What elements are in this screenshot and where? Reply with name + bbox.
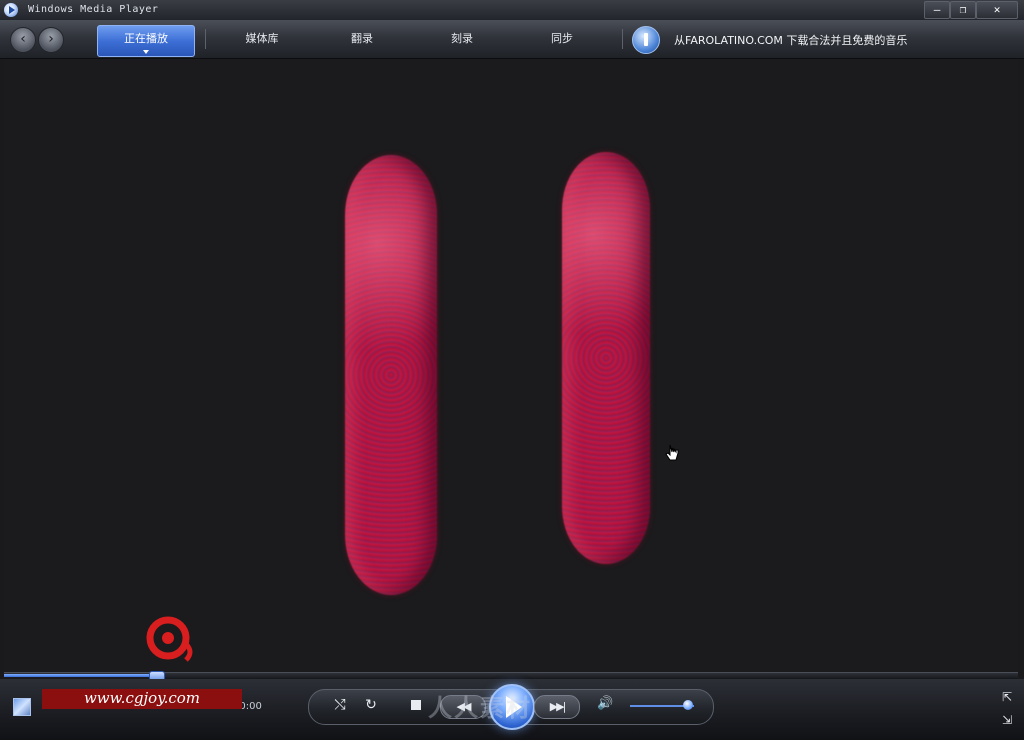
switch-to-compact-button[interactable]: ⇱ [1000, 690, 1014, 704]
tab-burn[interactable]: 刻录 [422, 28, 502, 50]
tab-now-playing[interactable]: 正在播放 [97, 25, 195, 57]
shuffle-button[interactable]: ⤭ [329, 694, 351, 716]
tab-rip[interactable]: 翻录 [322, 28, 402, 50]
close-button[interactable]: ✕ [976, 1, 1018, 19]
windows-media-player-icon [4, 3, 18, 17]
next-button[interactable]: ▶▶| [534, 695, 580, 719]
seek-progress [4, 674, 157, 677]
forward-button[interactable]: › [38, 27, 64, 53]
volume-thumb[interactable] [682, 700, 693, 710]
online-store-icon[interactable] [632, 26, 660, 54]
online-store-promo[interactable]: 从FAROLATINO.COM 下载合法并且免费的音乐 [674, 32, 907, 48]
watermark-logo [146, 616, 193, 662]
stop-button[interactable] [411, 700, 421, 710]
video-display[interactable] [4, 59, 1018, 671]
restore-button[interactable]: ❐ [950, 1, 976, 19]
hand-cursor-icon [665, 444, 679, 461]
seek-bar[interactable] [4, 671, 1018, 681]
tab-label: 正在播放 [124, 32, 168, 45]
title-bar: Windows Media Player – ❐ ✕ [0, 0, 1024, 20]
tab-sync[interactable]: 同步 [522, 28, 602, 50]
chromosome-left [345, 155, 437, 595]
status-icon [13, 698, 31, 716]
navigation-bar: ‹ › 正在播放 媒体库 翻录 刻录 同步 从FAROLATINO.COM 下载… [0, 20, 1024, 59]
chromosome-right [562, 152, 650, 564]
minimize-button[interactable]: – [924, 1, 950, 19]
divider [205, 29, 206, 49]
chevron-down-icon[interactable] [143, 50, 149, 54]
tab-library[interactable]: 媒体库 [222, 28, 302, 50]
divider [622, 29, 623, 49]
fullscreen-button[interactable]: ⇲ [1000, 713, 1014, 727]
window-title: Windows Media Player [28, 4, 159, 15]
back-button[interactable]: ‹ [10, 27, 36, 53]
repeat-button[interactable]: ↻ [360, 694, 382, 716]
watermark-center: 人人素材 [428, 694, 532, 722]
volume-icon[interactable]: 🔊 [597, 696, 613, 711]
watermark-url: www.cgjoy.com [42, 689, 242, 709]
